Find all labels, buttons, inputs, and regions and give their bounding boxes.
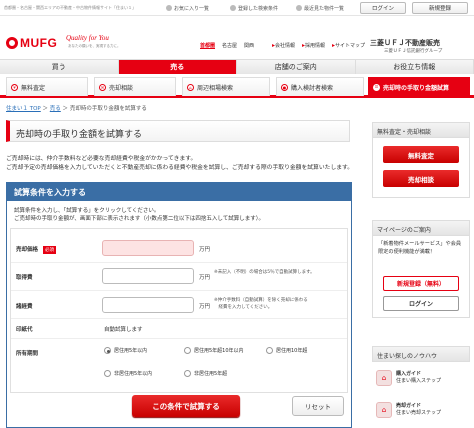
sidebar-register-button[interactable]: 新規登録（無料） [383,276,459,291]
required-badge: 必須 [43,246,57,254]
page-title: 売却時の手取り金額を試算する [6,120,350,142]
brand-sub: 三菱ＵＦＪ信託銀行グループ [384,49,443,54]
intro-text: ご売却時には、仲介手数料など必要な売却経費や税金がかかってきます。 ご売却予定の… [6,156,354,171]
period-option-nonres-5[interactable]: 非居住用5年以内 [104,370,152,377]
recruit-link[interactable]: ▸採用情報 [302,42,325,49]
divider [11,262,347,263]
period-option-nonres-over5[interactable]: 非居住用5年超 [184,370,227,377]
radio [184,370,191,377]
sidebar-sale-heading: 無料査定・売却相談 [372,122,470,138]
subnav-sale-consult[interactable]: ✉ 売却相談 [94,77,176,96]
mypage-description: 「新着物件メールサービス」や会員限定の便利機能が満載！ [378,241,462,255]
site-description: 首都圏・名古屋・関西エリアの不動産・中古物件情報サイト「住まい１」 [4,5,136,10]
period-option-res-5[interactable]: 居住用5年以内 [104,347,147,354]
divider [11,318,347,319]
house-icon: ⌂ [376,402,392,418]
cost-label: 取得費 [16,275,33,281]
register-button[interactable]: 新規登録 [412,2,468,14]
house-icon: ⌂ [376,370,392,386]
tab-sell[interactable]: 売る [118,59,237,74]
sidebar-mypage-heading: マイページのご案内 [372,220,470,236]
radio-selected [104,347,111,354]
breadcrumb-home[interactable]: 住まい１ TOP [6,106,41,112]
login-button[interactable]: ログイン [360,2,406,14]
sitemap-link[interactable]: ▸サイトマップ [332,42,365,49]
acquisition-cost-input[interactable] [102,268,194,284]
breadcrumb: 住まい１ TOP ＞ 売る ＞ 売却時の手取り金額を試算する [6,106,147,112]
period-option-res-5-10[interactable]: 居住用5年超10年以内 [184,347,244,354]
breadcrumb-sell[interactable]: 売る [50,106,61,112]
mufg-logo-icon[interactable] [6,37,18,49]
star-icon [166,5,172,11]
divider [11,338,347,339]
mufg-logo[interactable]: MUFG [20,36,57,50]
recent-properties-link[interactable]: 最近見た物件一覧 [296,3,344,13]
saved-search-link[interactable]: 登録した検索条件 [230,3,278,13]
cost-note: ※未記入（不明）の場合は5％で自動試算します。 [214,270,315,275]
radio [184,347,191,354]
person-icon: ● [281,83,288,91]
sale-consult-button[interactable]: 売却相談 [383,170,459,187]
area-shutoken[interactable]: 首都圏 [200,42,215,49]
brand-name[interactable]: 三菱ＵＦＪ不動産販売 [370,38,440,48]
history-icon [296,5,302,11]
tab-useful-info[interactable]: お役立ち情報 [355,59,474,74]
calculator-icon: ＝ [373,83,380,91]
cost-unit: 万円 [199,275,211,281]
tagline-sub: あなたの願いを、実現する力に。 [68,44,121,48]
subnav-net-proceeds[interactable]: ＝売却時の手取り金額試算 [368,77,470,96]
stamp-value: 自動試算します [104,327,143,333]
breadcrumb-current: 売却時の手取り金額を試算する [69,106,147,112]
tab-buy[interactable]: 買う [0,59,119,74]
expenses-input[interactable] [102,297,194,313]
form-instructions: 試算条件を入力し、「試算する」をクリックしてください。 ご売却時の手取り金額が、… [14,208,264,222]
tagline: Quality for You [66,34,109,42]
reset-button[interactable]: リセット [292,396,344,416]
sale-price-input[interactable] [102,240,194,256]
sub-navigation: ¥ 無料査定 ✉ 売却相談 ⌂ 周辺相場検索 ● 購入検討者検索 ＝売却時の手取り金額試… [0,74,474,98]
search-icon [230,5,236,11]
area-kansai[interactable]: 関西 [244,42,254,49]
price-label: 売却価格 必須 [16,246,57,254]
calculate-button[interactable]: この条件で試算する [132,395,240,417]
expense-label: 諸経費 [16,304,33,310]
chat-icon: ✉ [99,83,106,91]
company-info-link[interactable]: ▸会社情報 [272,42,295,49]
map-icon: ⌂ [187,83,194,91]
subnav-buyer-search[interactable]: ● 購入検討者検索 [276,77,364,96]
subnav-market-search[interactable]: ⌂ 周辺相場検索 [182,77,270,96]
purchase-guide-link[interactable]: ⌂ 購入ガイド 住まい購入ステップ [376,368,466,388]
subnav-free-appraisal[interactable]: ¥ 無料査定 [6,77,88,96]
form-heading: 試算条件を入力する [6,182,352,201]
tab-stores[interactable]: 店舗のご案内 [237,59,356,74]
price-unit: 万円 [199,247,211,253]
sale-guide-link[interactable]: ⌂ 売却ガイド 住まい売却ステップ [376,400,466,420]
divider [11,290,347,291]
main-tabs: 買う 売る 店舗のご案内 お役立ち情報 [0,59,474,74]
free-appraisal-button[interactable]: 無料査定 [383,146,459,163]
sidebar-login-button[interactable]: ログイン [383,296,459,311]
sidebar-knowhow-heading: 住まい探しのノウハウ [372,346,470,362]
period-option-res-10[interactable]: 居住用10年超 [266,347,307,354]
period-label: 所有期間 [16,351,39,357]
yen-icon: ¥ [11,83,18,91]
favorites-link[interactable]: お気に入り一覧 [166,3,209,13]
stamp-label: 印紙代 [16,327,33,333]
radio [104,370,111,377]
area-nagoya[interactable]: 名古屋 [222,42,237,49]
expense-unit: 万円 [199,304,211,310]
expense-note: ※仲介手数料（自動試算）を除く売却に係わる 経費を入力してください。 [214,298,308,310]
radio [266,347,273,354]
